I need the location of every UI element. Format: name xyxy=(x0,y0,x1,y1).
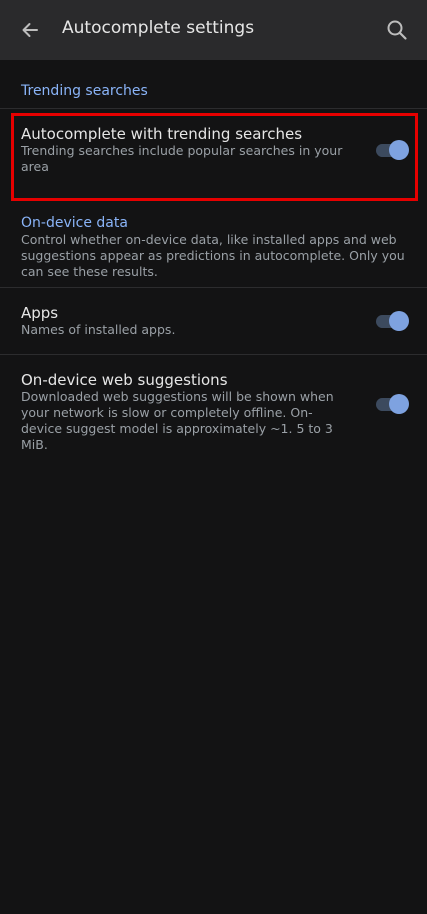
setting-title: On-device web suggestions xyxy=(21,371,228,389)
apps-toggle[interactable] xyxy=(374,309,410,333)
setting-description: Downloaded web suggestions will be shown… xyxy=(21,389,334,452)
search-button[interactable] xyxy=(381,14,413,46)
setting-row-web-suggestions[interactable]: On-device web suggestions Downloaded web… xyxy=(0,355,427,452)
arrow-left-icon xyxy=(22,23,38,37)
page-title: Autocomplete settings xyxy=(62,18,255,38)
highlight-box xyxy=(11,113,418,201)
setting-title: Apps xyxy=(21,304,59,322)
section-header-trending: Trending searches xyxy=(21,83,148,99)
setting-description: Names of installed apps. xyxy=(21,322,176,337)
divider xyxy=(0,108,427,109)
toggle-thumb xyxy=(389,311,409,331)
search-icon xyxy=(387,20,407,40)
setting-row-apps[interactable]: Apps Names of installed apps. xyxy=(0,288,427,354)
section-description: Control whether on-device data, like ins… xyxy=(21,232,405,279)
web-suggestions-toggle[interactable] xyxy=(374,392,410,416)
section-header-on-device: On-device data xyxy=(21,215,128,231)
back-button[interactable] xyxy=(14,14,46,46)
toggle-thumb xyxy=(389,394,409,414)
app-bar: Autocomplete settings xyxy=(0,0,427,60)
